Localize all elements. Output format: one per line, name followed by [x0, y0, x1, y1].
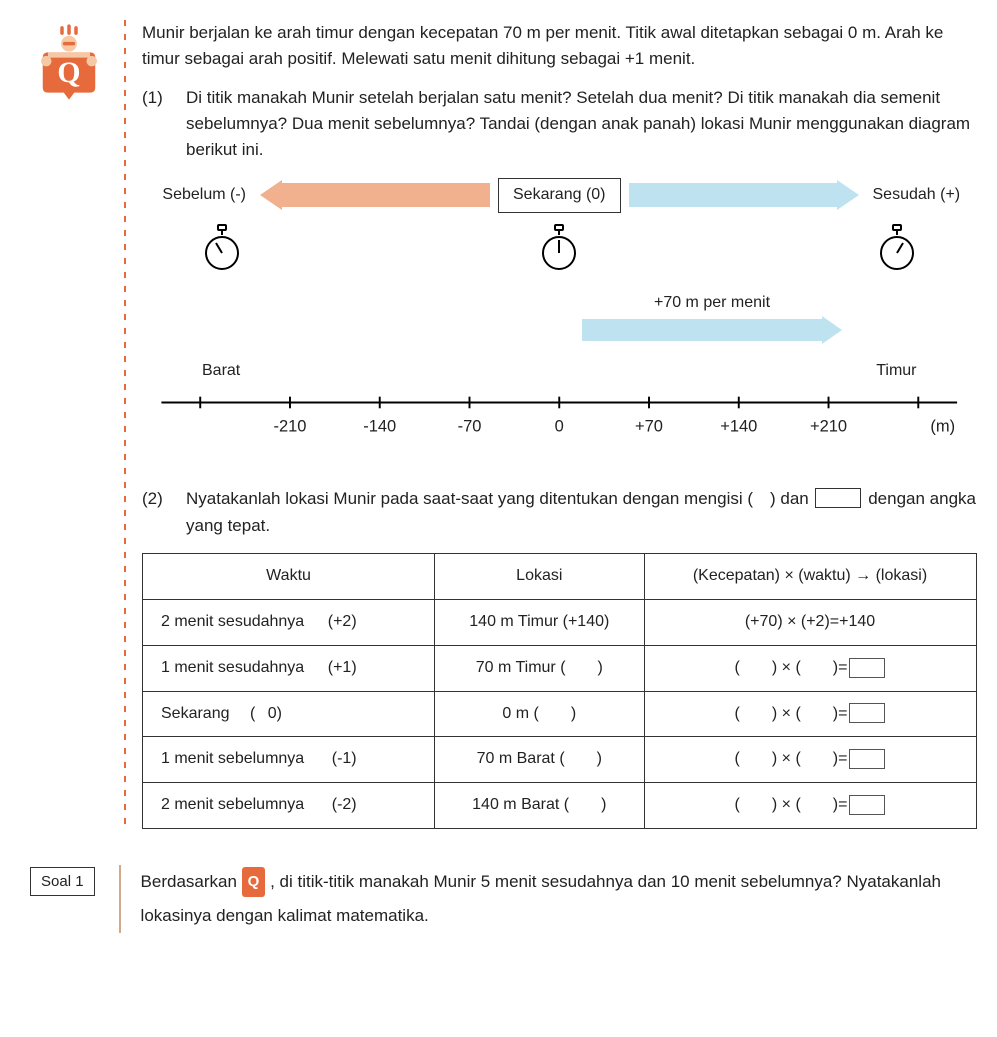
- svg-text:+210: +210: [810, 418, 847, 436]
- question-q-block: Q Munir berjalan ke arah timur dengan ke…: [30, 20, 967, 829]
- blank-box-icon: [849, 749, 885, 769]
- soal-side-bar: [119, 865, 121, 933]
- cell-equation: ( ) × ( )=: [644, 645, 976, 691]
- cell-equation: ( ) × ( )=: [644, 783, 976, 829]
- location-table: Waktu Lokasi (Kecepatan) × (waktu) → (lo…: [142, 553, 977, 829]
- arrow-right-icon: [629, 183, 859, 207]
- subquestion-2-number: (2): [142, 486, 186, 539]
- number-line-svg: -210 -140 -70 0 +70 +140 +210 (m): [142, 388, 977, 448]
- cell-time: 2 menit sesudahnya (+2): [143, 599, 435, 645]
- cell-equation: ( ) × ( )=: [644, 691, 976, 737]
- label-before: Sebelum (-): [142, 183, 252, 208]
- cell-time: 1 menit sesudahnya (+1): [143, 645, 435, 691]
- label-after: Sesudah (+): [867, 183, 977, 208]
- cell-location: 140 m Barat ( ): [435, 783, 644, 829]
- svg-text:-140: -140: [363, 418, 396, 436]
- svg-text:+70: +70: [635, 418, 663, 436]
- blank-box-icon: [815, 488, 861, 508]
- soal-1-label: Soal 1: [30, 867, 95, 896]
- table-header-location: Lokasi: [435, 554, 644, 600]
- number-line-diagram: Barat Timur -210 -140 -70 0 +70 +140 +210 (m): [142, 359, 977, 456]
- svg-text:(m): (m): [930, 418, 955, 436]
- svg-text:+140: +140: [720, 418, 757, 436]
- table-row: 1 menit sebelumnya (-1)70 m Barat ( )( )…: [143, 737, 977, 783]
- intro-paragraph: Munir berjalan ke arah timur dengan kece…: [142, 20, 977, 73]
- table-header-time: Waktu: [143, 554, 435, 600]
- table-row: 2 menit sesudahnya (+2)140 m Timur (+140…: [143, 599, 977, 645]
- stopwatch-icon: [202, 223, 242, 273]
- soal-1-pre: Berdasarkan: [141, 872, 242, 891]
- time-direction-diagram: Sebelum (-) Sekarang (0) Sesudah (+): [142, 178, 977, 273]
- speed-label: +70 m per menit: [582, 291, 842, 316]
- cell-location: 140 m Timur (+140): [435, 599, 644, 645]
- subquestion-1: (1) Di titik manakah Munir setelah berja…: [142, 85, 977, 164]
- stopwatch-icon: [877, 223, 917, 273]
- cell-equation: ( ) × ( )=: [644, 737, 976, 783]
- blank-box-icon: [849, 658, 885, 678]
- q-chip-icon: Q: [242, 867, 266, 897]
- soal-1-text: Berdasarkan Q , di titik-titik manakah M…: [141, 865, 967, 933]
- cell-location: 70 m Timur ( ): [435, 645, 644, 691]
- blank-box-icon: [849, 703, 885, 723]
- table-row: 2 menit sebelumnya (-2)140 m Barat ( )( …: [143, 783, 977, 829]
- q-badge-icon: Q: [30, 22, 108, 102]
- table-row: 1 menit sesudahnya (+1)70 m Timur ( )( )…: [143, 645, 977, 691]
- soal-1-block: Soal 1 Berdasarkan Q , di titik-titik ma…: [30, 865, 967, 933]
- label-now: Sekarang (0): [498, 178, 621, 213]
- subquestion-1-text: Di titik manakah Munir setelah berjalan …: [186, 85, 977, 164]
- cell-location: 70 m Barat ( ): [435, 737, 644, 783]
- blank-box-icon: [849, 795, 885, 815]
- subquestion-2-text-a: Nyatakanlah lokasi Munir pada saat-saat …: [186, 489, 813, 508]
- label-east: Timur: [876, 359, 916, 384]
- label-west: Barat: [202, 359, 240, 384]
- arrow-left-icon: [260, 183, 490, 207]
- cell-time: 2 menit sebelumnya (-2): [143, 783, 435, 829]
- svg-text:Q: Q: [57, 56, 80, 89]
- table-header-equation: (Kecepatan) × (waktu) → (lokasi): [644, 554, 976, 600]
- subquestion-2: (2) Nyatakanlah lokasi Munir pada saat-s…: [142, 486, 977, 539]
- speed-arrow-block: +70 m per menit: [142, 291, 977, 342]
- cell-time: 1 menit sebelumnya (-1): [143, 737, 435, 783]
- question-content: Munir berjalan ke arah timur dengan kece…: [142, 20, 977, 829]
- svg-text:0: 0: [555, 418, 564, 436]
- stopwatch-icon: [539, 223, 579, 273]
- svg-text:-210: -210: [273, 418, 306, 436]
- cell-equation: (+70) × (+2)=+140: [644, 599, 976, 645]
- cell-time: Sekarang ( 0): [143, 691, 435, 737]
- speed-arrow-icon: [582, 319, 842, 341]
- svg-text:-70: -70: [458, 418, 482, 436]
- dashed-side-bar: [118, 20, 132, 829]
- cell-location: 0 m ( ): [435, 691, 644, 737]
- subquestion-1-number: (1): [142, 85, 186, 164]
- subquestion-2-text: Nyatakanlah lokasi Munir pada saat-saat …: [186, 486, 977, 539]
- table-row: Sekarang ( 0)0 m ( )( ) × ( )=: [143, 691, 977, 737]
